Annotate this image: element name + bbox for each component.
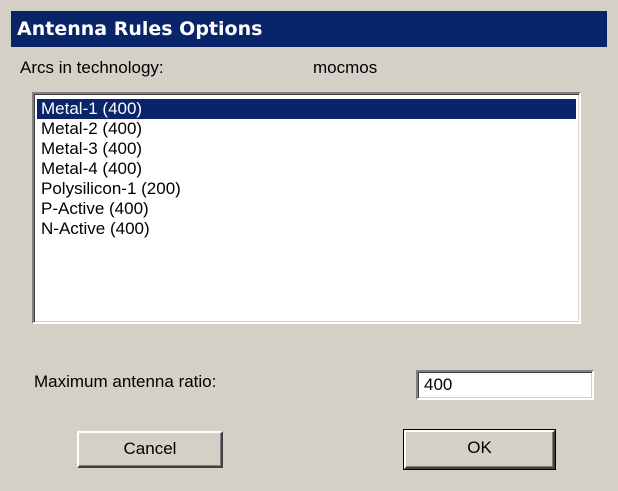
arc-list-item[interactable]: Metal-3 (400) [37,139,576,159]
arc-list-item[interactable]: P-Active (400) [37,199,576,219]
arcs-in-technology-label: Arcs in technology: [20,58,164,77]
arc-list-item[interactable]: N-Active (400) [37,219,576,239]
max-antenna-ratio-label: Maximum antenna ratio: [34,372,217,391]
technology-name: mocmos [313,58,378,77]
arcs-listbox[interactable]: Metal-1 (400) Metal-2 (400) Metal-3 (400… [32,92,581,324]
max-antenna-ratio-input[interactable] [416,370,594,400]
antenna-rules-dialog: Antenna Rules Options Arcs in technology… [0,0,618,491]
arc-list-item[interactable]: Polysilicon-1 (200) [37,179,576,199]
dialog-title: Antenna Rules Options [11,11,607,47]
arc-list-item[interactable]: Metal-4 (400) [37,159,576,179]
ok-button[interactable]: OK [403,429,556,470]
arc-list-item[interactable]: Metal-1 (400) [37,99,576,119]
arc-list-item[interactable]: Metal-2 (400) [37,119,576,139]
cancel-button[interactable]: Cancel [77,431,223,468]
